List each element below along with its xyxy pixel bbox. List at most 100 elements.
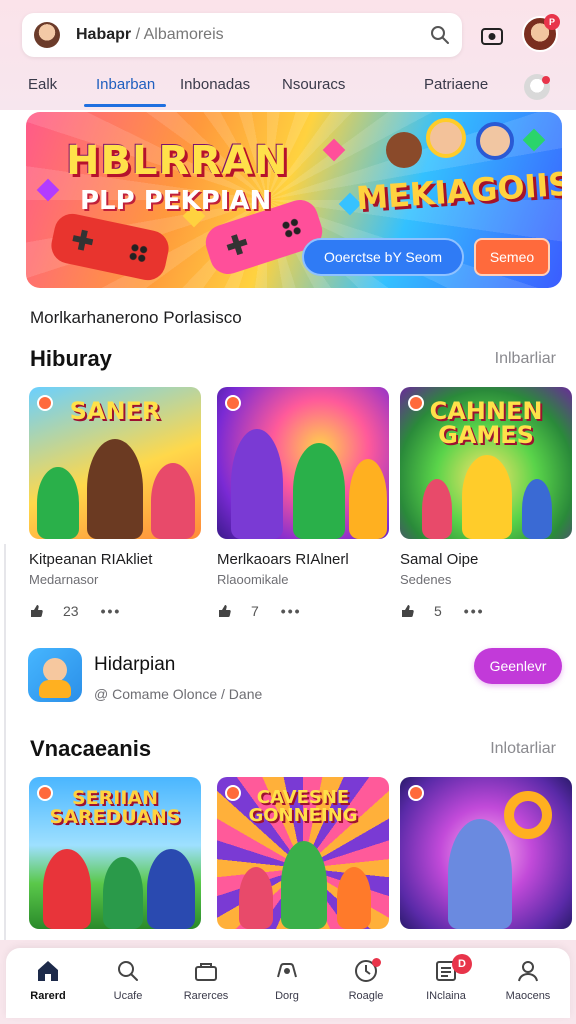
banner-secondary-button[interactable]: Semeo — [474, 238, 550, 276]
nav-item-news[interactable]: D INclaina — [406, 954, 486, 1002]
nav-item-store[interactable]: Rarerces — [166, 958, 246, 1002]
tab-4[interactable]: Patriaene — [424, 76, 488, 93]
more-options-icon[interactable]: ••• — [101, 603, 122, 619]
game-thumbnail — [400, 777, 572, 929]
thumbnail-title: CAVESNE GONNEING — [248, 787, 358, 826]
more-options-icon[interactable]: ••• — [464, 603, 485, 619]
nav-item-home[interactable]: Rarerd — [8, 958, 88, 1002]
search-icon[interactable] — [430, 25, 450, 45]
person-icon — [518, 961, 538, 982]
search-brand: Habapr — [76, 26, 132, 43]
profile-badge: P — [544, 14, 560, 30]
game-card[interactable]: Merlkaoars RIAlnerl Rlaoomikale 7 ••• — [217, 387, 389, 619]
camera-icon[interactable] — [478, 22, 506, 50]
game-card[interactable]: CAHNEN GAMES Samal Oipe Sedenes 5 ••• — [400, 387, 572, 619]
search-icon — [118, 961, 138, 981]
nav-badge: D — [452, 954, 472, 974]
character-illustration — [476, 122, 514, 160]
like-icon[interactable] — [400, 604, 414, 618]
search-bar[interactable]: Habapr / Albamoreis — [22, 13, 462, 57]
like-icon[interactable] — [29, 604, 43, 618]
nav-label: Dorg — [275, 990, 299, 1002]
game-card[interactable] — [400, 777, 572, 929]
game-card[interactable]: SERIIAN SAREDUANS — [29, 777, 201, 929]
tab-3[interactable]: Nsouracs — [282, 76, 345, 93]
character-illustration — [422, 479, 452, 539]
tab-2[interactable]: Inbonadas — [180, 76, 250, 93]
search-input[interactable]: Habapr / Albamoreis — [76, 26, 430, 44]
tab-1[interactable]: Inbarban — [96, 76, 155, 93]
character-illustration — [43, 849, 91, 929]
nav-item-profile[interactable]: Maocens — [488, 958, 568, 1002]
game-subtitle: Rlaoomikale — [217, 572, 289, 587]
nav-label: Ucafe — [113, 990, 143, 1002]
profile-avatar[interactable]: P — [522, 14, 560, 52]
banner-primary-button[interactable]: Ooerctse bY Seom — [302, 238, 464, 276]
character-illustration — [151, 463, 195, 539]
ring-illustration — [504, 791, 552, 839]
character-illustration — [103, 857, 143, 929]
nav-label: Roagle — [348, 990, 384, 1002]
nav-label: Rarerd — [30, 990, 66, 1002]
character-illustration — [293, 443, 345, 539]
game-thumbnail: CAVESNE GONNEING — [217, 777, 389, 929]
game-name: Kitpeanan RIAkliet — [29, 551, 153, 568]
thumbnail-title: SERIIAN SAREDUANS — [49, 787, 181, 828]
gamepad-icon — [277, 963, 297, 978]
character-illustration — [281, 841, 327, 929]
section-see-all-link[interactable]: Inlotarliar — [490, 740, 556, 758]
app-icon — [28, 648, 82, 702]
game-subtitle: Medarnasor — [29, 572, 99, 587]
search-separator: / — [135, 26, 141, 43]
promo-subtitle: @ Comame Olonce / Dane — [94, 686, 263, 702]
game-thumbnail — [217, 387, 389, 539]
bottom-nav: Rarerd Ucafe Rarerces Dorg Roagle D INcl… — [6, 948, 570, 1018]
game-thumbnail: CAHNEN GAMES — [400, 387, 572, 539]
tab-0[interactable]: Ealk — [28, 76, 57, 93]
nav-label: Rarerces — [183, 990, 229, 1002]
character-illustration — [337, 867, 371, 929]
like-count: 23 — [63, 603, 79, 619]
section-title: Hiburay — [30, 346, 112, 371]
store-icon — [195, 963, 217, 981]
game-card[interactable]: CAVESNE GONNEING — [217, 777, 389, 929]
promo-button[interactable]: Geenlevr — [474, 648, 562, 684]
section-see-all-link[interactable]: Inlbarliar — [495, 350, 556, 368]
home-icon — [38, 961, 58, 981]
game-thumbnail: SANER — [29, 387, 201, 539]
tab-avatar[interactable] — [524, 74, 550, 100]
hero-banner[interactable]: HBLRRAN PLP PEKPIAN MEKIAGOIIS Ooerctse … — [26, 112, 562, 288]
like-count: 5 — [434, 603, 442, 619]
character-illustration — [386, 132, 422, 168]
game-meta: 5 ••• — [400, 603, 572, 619]
app-avatar-icon — [34, 22, 60, 48]
tab-bar: Ealk Inbarban Inbonadas Nsouracs Patriae… — [0, 64, 576, 108]
character-illustration — [462, 455, 512, 539]
promo-row[interactable]: Hidarpian @ Comame Olonce / Dane Geenlev… — [26, 644, 562, 708]
like-count: 7 — [251, 603, 259, 619]
active-tab-indicator — [84, 104, 166, 107]
character-illustration — [349, 459, 387, 539]
character-illustration — [239, 867, 273, 929]
character-illustration — [448, 819, 512, 929]
like-icon[interactable] — [217, 604, 231, 618]
game-meta: 7 ••• — [217, 603, 389, 619]
game-name: Merlkaoars RIAlnerl — [217, 551, 349, 568]
nav-item-games[interactable]: Dorg — [247, 958, 327, 1002]
nav-label: Maocens — [505, 990, 551, 1002]
game-thumbnail: SERIIAN SAREDUANS — [29, 777, 201, 929]
section-title: Vnacaeanis — [30, 736, 152, 761]
character-illustration — [37, 467, 79, 539]
nav-label: INclaina — [426, 990, 466, 1002]
game-card[interactable]: SANER Kitpeanan RIAkliet Medarnasor 23 •… — [29, 387, 201, 619]
badge-icon — [408, 785, 424, 801]
more-options-icon[interactable]: ••• — [281, 603, 302, 619]
nav-item-search[interactable]: Ucafe — [88, 958, 168, 1002]
divider — [4, 544, 6, 944]
character-illustration — [522, 479, 552, 539]
thumbnail-title: CAHNEN GAMES — [429, 397, 543, 449]
notification-dot — [372, 958, 381, 967]
nav-item-activity[interactable]: Roagle — [326, 958, 406, 1002]
game-subtitle: Sedenes — [400, 572, 452, 587]
banner-title: HBLRRAN — [66, 138, 289, 184]
